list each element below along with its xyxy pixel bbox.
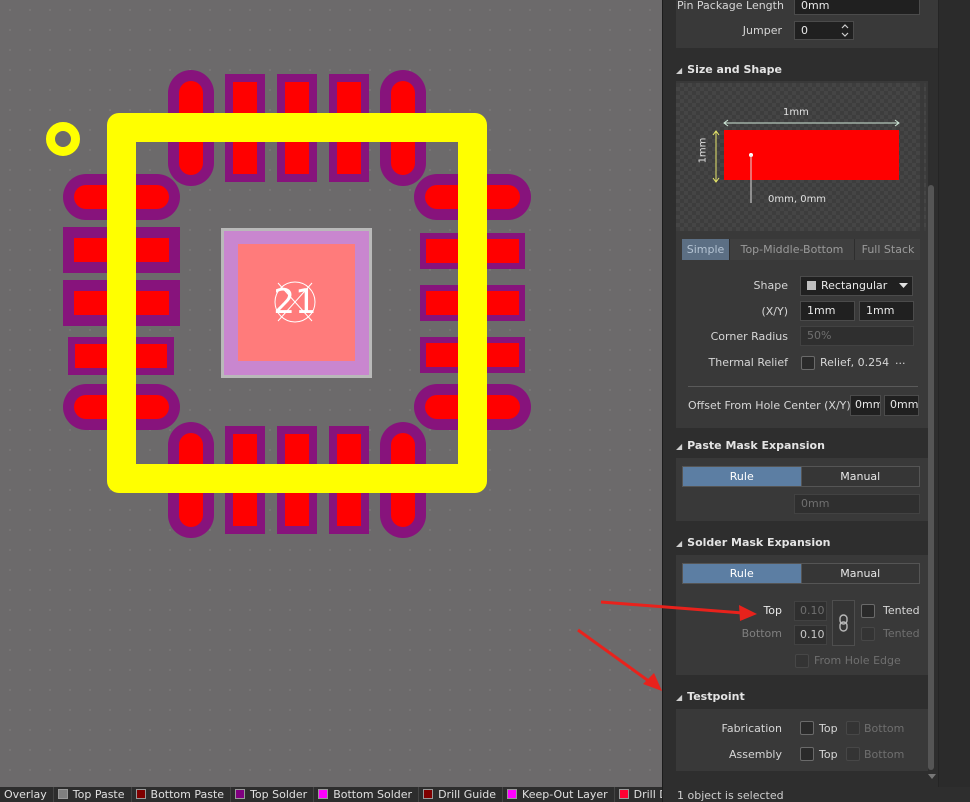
- fabrication-label: Fabrication: [721, 722, 782, 735]
- layer-color-swatch: [507, 789, 518, 799]
- assembly-bottom-label: Bottom: [864, 748, 905, 761]
- size-x-input[interactable]: 1mm: [800, 301, 855, 321]
- shape-label: Shape: [753, 279, 788, 292]
- size-shape-header[interactable]: ◢ Size and Shape: [676, 63, 782, 76]
- chevron-down-icon[interactable]: [899, 282, 908, 289]
- paste-mask-header[interactable]: ◢ Paste Mask Expansion: [676, 439, 825, 452]
- preview-height-label: 1mm: [697, 137, 709, 164]
- annotation-arrow: [600, 600, 757, 621]
- solder-top-tented-label: Tented: [883, 604, 920, 617]
- pin-package-length-input[interactable]: 0mm: [794, 0, 920, 15]
- collapse-icon: ◢: [676, 693, 683, 702]
- stepper-arrows-icon[interactable]: [840, 22, 850, 39]
- layer-tab-top-solder[interactable]: Top Solder: [231, 787, 315, 802]
- from-hole-edge-label: From Hole Edge: [814, 654, 901, 667]
- assembly-bottom-checkbox[interactable]: [846, 747, 860, 761]
- layer-color-swatch: [235, 789, 246, 799]
- fabrication-top-checkbox[interactable]: [800, 721, 814, 735]
- panel-side-card: [920, 81, 924, 428]
- preview-width-label: 1mm: [783, 107, 809, 118]
- assembly-top-label: Top: [819, 748, 838, 761]
- layer-tab-keep-out[interactable]: Keep-Out Layer: [503, 787, 615, 802]
- corner-radius-label: Corner Radius: [710, 330, 788, 343]
- layer-color-swatch: [57, 789, 68, 799]
- offset-x-input[interactable]: 0mm: [850, 395, 881, 416]
- layer-color-swatch: [135, 789, 146, 799]
- section-divider: [688, 386, 918, 387]
- link-icon[interactable]: [832, 600, 855, 646]
- collapse-icon: ◢: [676, 442, 683, 451]
- size-y-input[interactable]: 1mm: [859, 301, 914, 321]
- paste-mask-value-input[interactable]: 0mm: [794, 494, 920, 514]
- fabrication-bottom-label: Bottom: [864, 722, 905, 735]
- collapse-icon: ◢: [676, 539, 683, 548]
- solder-top-tented-checkbox[interactable]: [861, 604, 875, 618]
- layer-tab-top-paste[interactable]: Top Paste: [54, 787, 132, 802]
- solder-bottom-label: Bottom: [741, 627, 782, 640]
- testpoint-card: [676, 709, 928, 771]
- solder-top-input[interactable]: 0.10: [794, 601, 827, 621]
- solder-mask-header[interactable]: ◢ Solder Mask Expansion: [676, 536, 831, 549]
- paste-mask-mode-toggle: Rule Manual: [682, 466, 920, 487]
- from-hole-edge-checkbox[interactable]: [795, 654, 809, 668]
- solder-bottom-input[interactable]: 0.10: [794, 625, 827, 645]
- preview-offset-label: 0mm, 0mm: [768, 194, 827, 205]
- layer-tab-bottom-paste[interactable]: Bottom Paste: [132, 787, 232, 802]
- tab-full-stack[interactable]: Full Stack: [855, 239, 922, 260]
- tab-simple[interactable]: Simple: [682, 239, 730, 260]
- solder-bottom-tented-checkbox[interactable]: [861, 627, 875, 641]
- fabrication-top-label: Top: [819, 722, 838, 735]
- layer-tab-drill-guide[interactable]: Drill Guide: [419, 787, 504, 802]
- pin-package-length-label: Pin Package Length: [677, 0, 784, 12]
- thermal-relief-label: Thermal Relief: [708, 356, 788, 369]
- layer-tab-overlay[interactable]: Overlay: [0, 787, 54, 802]
- paste-mask-rule-button[interactable]: Rule: [683, 467, 802, 486]
- pad-shape-preview: 1mm 1mm 0mm, 0mm: [676, 83, 926, 231]
- status-text: 1 object is selected: [677, 789, 784, 802]
- dimension-lines: [712, 119, 900, 203]
- shape-select[interactable]: Rectangular: [800, 276, 913, 296]
- solder-mask-manual-button[interactable]: Manual: [801, 564, 919, 583]
- xy-label: (X/Y): [761, 305, 788, 318]
- offset-y-input[interactable]: 0mm: [884, 395, 919, 416]
- pin1-marker: [46, 122, 80, 156]
- fabrication-bottom-checkbox[interactable]: [846, 721, 860, 735]
- jumper-label: Jumper: [742, 24, 782, 37]
- assembly-label: Assembly: [728, 748, 782, 761]
- panel-scrollbar[interactable]: [928, 185, 934, 770]
- layer-color-swatch: [618, 789, 629, 799]
- solder-mask-mode-toggle: Rule Manual: [682, 563, 920, 584]
- corner-radius-input[interactable]: 50%: [800, 326, 914, 346]
- pad-designator: 21: [273, 282, 317, 322]
- solder-bottom-tented-label: Tented: [883, 627, 920, 640]
- layer-tabs: Overlay Top Paste Bottom Paste Top Solder Bo…: [0, 787, 662, 802]
- shape-swatch-icon: [807, 281, 816, 290]
- collapse-icon: ◢: [676, 66, 683, 75]
- offset-from-hole-label: Offset From Hole Center (X/Y): [688, 399, 851, 412]
- paste-mask-manual-button[interactable]: Manual: [801, 467, 919, 486]
- thermal-relief-more-button[interactable]: ...: [895, 354, 906, 367]
- layer-color-swatch: [423, 789, 434, 799]
- annotation-arrow: [577, 628, 662, 691]
- layer-color-swatch: [318, 789, 329, 799]
- solder-mask-rule-button[interactable]: Rule: [683, 564, 802, 583]
- tab-top-middle-bottom[interactable]: Top-Middle-Bottom: [730, 239, 855, 260]
- thermal-relief-checkbox[interactable]: [801, 356, 815, 370]
- scroll-down-icon[interactable]: [928, 774, 936, 780]
- shape-mode-tabs: Simple Top-Middle-Bottom Full Stack: [682, 239, 922, 260]
- assembly-top-checkbox[interactable]: [800, 747, 814, 761]
- layer-tab-drill-drawing[interactable]: Drill Dra: [615, 787, 662, 802]
- testpoint-header[interactable]: ◢ Testpoint: [676, 690, 745, 703]
- panel-side-card: [920, 0, 938, 48]
- thermal-relief-value: Relief, 0.254r: [820, 356, 890, 369]
- layer-tab-bottom-solder[interactable]: Bottom Solder: [314, 787, 420, 802]
- pcb-canvas[interactable]: 21: [0, 0, 662, 787]
- panel-edge-strip: [938, 0, 970, 787]
